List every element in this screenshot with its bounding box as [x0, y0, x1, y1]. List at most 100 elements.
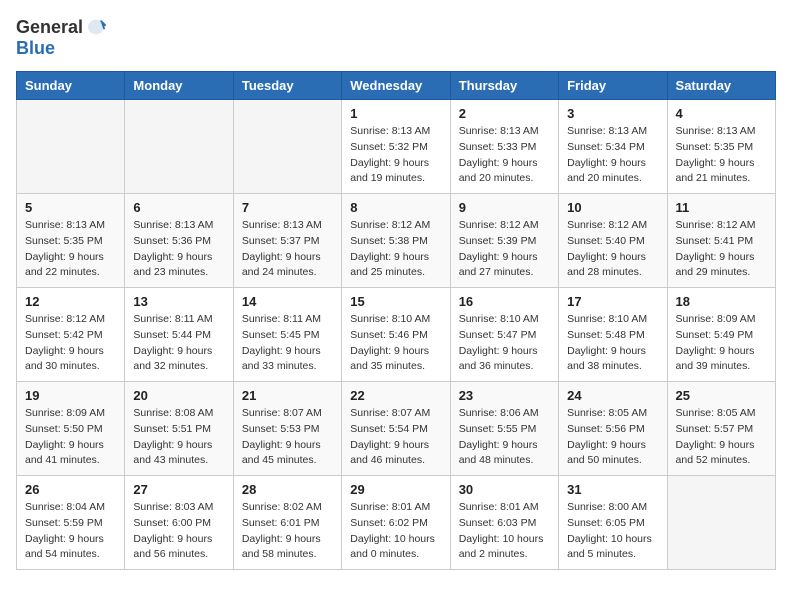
calendar-week-row: 5 Sunrise: 8:13 AMSunset: 5:35 PMDaylight…: [17, 194, 776, 288]
day-of-week-header: Saturday: [667, 72, 775, 100]
logo-general-text: General: [16, 17, 83, 38]
day-number: 29: [350, 482, 441, 497]
day-number: 24: [567, 388, 658, 403]
day-info: Sunrise: 8:03 AMSunset: 6:00 PMDaylight:…: [133, 500, 224, 563]
calendar-day-cell: 19 Sunrise: 8:09 AMSunset: 5:50 PMDayligh…: [17, 382, 125, 476]
calendar-day-cell: 17 Sunrise: 8:10 AMSunset: 5:48 PMDayligh…: [559, 288, 667, 382]
calendar-day-cell: 7 Sunrise: 8:13 AMSunset: 5:37 PMDaylight…: [233, 194, 341, 288]
day-info: Sunrise: 8:00 AMSunset: 6:05 PMDaylight:…: [567, 500, 658, 563]
day-info: Sunrise: 8:02 AMSunset: 6:01 PMDaylight:…: [242, 500, 333, 563]
day-number: 2: [459, 106, 550, 121]
logo-text: General: [16, 16, 109, 38]
day-info: Sunrise: 8:12 AMSunset: 5:41 PMDaylight:…: [676, 218, 767, 281]
calendar-week-row: 26 Sunrise: 8:04 AMSunset: 5:59 PMDayligh…: [17, 476, 776, 570]
day-number: 18: [676, 294, 767, 309]
day-number: 10: [567, 200, 658, 215]
day-info: Sunrise: 8:05 AMSunset: 5:56 PMDaylight:…: [567, 406, 658, 469]
day-number: 26: [25, 482, 116, 497]
day-of-week-header: Friday: [559, 72, 667, 100]
day-info: Sunrise: 8:13 AMSunset: 5:37 PMDaylight:…: [242, 218, 333, 281]
day-of-week-header: Monday: [125, 72, 233, 100]
calendar-day-cell: 6 Sunrise: 8:13 AMSunset: 5:36 PMDaylight…: [125, 194, 233, 288]
calendar-week-row: 1 Sunrise: 8:13 AMSunset: 5:32 PMDaylight…: [17, 100, 776, 194]
day-info: Sunrise: 8:13 AMSunset: 5:35 PMDaylight:…: [25, 218, 116, 281]
calendar-day-cell: 18Sunrise: 8:09 AMSunset: 5:49 PMDayligh…: [667, 288, 775, 382]
day-info: Sunrise: 8:10 AMSunset: 5:48 PMDaylight:…: [567, 312, 658, 375]
day-number: 21: [242, 388, 333, 403]
calendar-day-cell: 1 Sunrise: 8:13 AMSunset: 5:32 PMDaylight…: [342, 100, 450, 194]
day-info: Sunrise: 8:12 AMSunset: 5:40 PMDaylight:…: [567, 218, 658, 281]
day-info: Sunrise: 8:10 AMSunset: 5:46 PMDaylight:…: [350, 312, 441, 375]
day-number: 22: [350, 388, 441, 403]
day-info: Sunrise: 8:05 AMSunset: 5:57 PMDaylight:…: [676, 406, 767, 469]
day-info: Sunrise: 8:13 AMSunset: 5:32 PMDaylight:…: [350, 124, 441, 187]
day-number: 8: [350, 200, 441, 215]
day-info: Sunrise: 8:07 AMSunset: 5:54 PMDaylight:…: [350, 406, 441, 469]
calendar-day-cell: 23 Sunrise: 8:06 AMSunset: 5:55 PMDayligh…: [450, 382, 558, 476]
calendar-week-row: 12 Sunrise: 8:12 AMSunset: 5:42 PMDayligh…: [17, 288, 776, 382]
logo-icon: [85, 16, 107, 38]
calendar-day-cell: 22 Sunrise: 8:07 AMSunset: 5:54 PMDayligh…: [342, 382, 450, 476]
calendar-day-cell: 10 Sunrise: 8:12 AMSunset: 5:40 PMDayligh…: [559, 194, 667, 288]
calendar-day-cell: 2 Sunrise: 8:13 AMSunset: 5:33 PMDaylight…: [450, 100, 558, 194]
day-number: 17: [567, 294, 658, 309]
day-number: 27: [133, 482, 224, 497]
calendar-week-row: 19 Sunrise: 8:09 AMSunset: 5:50 PMDayligh…: [17, 382, 776, 476]
calendar-day-cell: 12 Sunrise: 8:12 AMSunset: 5:42 PMDayligh…: [17, 288, 125, 382]
calendar-day-cell: 13Sunrise: 8:11 AMSunset: 5:44 PMDayligh…: [125, 288, 233, 382]
day-number: 28: [242, 482, 333, 497]
day-number: 1: [350, 106, 441, 121]
calendar-day-cell: [667, 476, 775, 570]
day-info: Sunrise: 8:10 AMSunset: 5:47 PMDaylight:…: [459, 312, 550, 375]
calendar-day-cell: 11 Sunrise: 8:12 AMSunset: 5:41 PMDayligh…: [667, 194, 775, 288]
day-number: 13: [133, 294, 224, 309]
day-info: Sunrise: 8:01 AMSunset: 6:03 PMDaylight:…: [459, 500, 550, 563]
calendar-day-cell: 21 Sunrise: 8:07 AMSunset: 5:53 PMDayligh…: [233, 382, 341, 476]
day-info: Sunrise: 8:07 AMSunset: 5:53 PMDaylight:…: [242, 406, 333, 469]
day-of-week-header: Wednesday: [342, 72, 450, 100]
calendar-day-cell: [17, 100, 125, 194]
calendar-day-cell: 16Sunrise: 8:10 AMSunset: 5:47 PMDayligh…: [450, 288, 558, 382]
day-info: Sunrise: 8:12 AMSunset: 5:38 PMDaylight:…: [350, 218, 441, 281]
page-header: General Blue: [16, 16, 776, 59]
calendar-day-cell: 3Sunrise: 8:13 AMSunset: 5:34 PMDaylight…: [559, 100, 667, 194]
calendar-day-cell: 4 Sunrise: 8:13 AMSunset: 5:35 PMDaylight…: [667, 100, 775, 194]
calendar-day-cell: 27 Sunrise: 8:03 AMSunset: 6:00 PMDayligh…: [125, 476, 233, 570]
calendar-day-cell: 14Sunrise: 8:11 AMSunset: 5:45 PMDayligh…: [233, 288, 341, 382]
day-number: 3: [567, 106, 658, 121]
day-info: Sunrise: 8:12 AMSunset: 5:42 PMDaylight:…: [25, 312, 116, 375]
calendar-day-cell: 29 Sunrise: 8:01 AMSunset: 6:02 PMDayligh…: [342, 476, 450, 570]
calendar-day-cell: 25Sunrise: 8:05 AMSunset: 5:57 PMDayligh…: [667, 382, 775, 476]
day-number: 5: [25, 200, 116, 215]
calendar-day-cell: 5 Sunrise: 8:13 AMSunset: 5:35 PMDaylight…: [17, 194, 125, 288]
day-number: 6: [133, 200, 224, 215]
calendar-day-cell: 31Sunrise: 8:00 AMSunset: 6:05 PMDayligh…: [559, 476, 667, 570]
calendar-day-cell: 26 Sunrise: 8:04 AMSunset: 5:59 PMDayligh…: [17, 476, 125, 570]
day-number: 19: [25, 388, 116, 403]
day-number: 9: [459, 200, 550, 215]
day-of-week-header: Tuesday: [233, 72, 341, 100]
day-info: Sunrise: 8:04 AMSunset: 5:59 PMDaylight:…: [25, 500, 116, 563]
day-number: 15: [350, 294, 441, 309]
calendar-day-cell: 24 Sunrise: 8:05 AMSunset: 5:56 PMDayligh…: [559, 382, 667, 476]
day-number: 7: [242, 200, 333, 215]
day-info: Sunrise: 8:13 AMSunset: 5:35 PMDaylight:…: [676, 124, 767, 187]
day-number: 11: [676, 200, 767, 215]
day-number: 23: [459, 388, 550, 403]
day-number: 12: [25, 294, 116, 309]
day-number: 30: [459, 482, 550, 497]
day-info: Sunrise: 8:08 AMSunset: 5:51 PMDaylight:…: [133, 406, 224, 469]
calendar-table: SundayMondayTuesdayWednesdayThursdayFrid…: [16, 71, 776, 570]
day-info: Sunrise: 8:13 AMSunset: 5:33 PMDaylight:…: [459, 124, 550, 187]
day-info: Sunrise: 8:09 AMSunset: 5:50 PMDaylight:…: [25, 406, 116, 469]
day-info: Sunrise: 8:06 AMSunset: 5:55 PMDaylight:…: [459, 406, 550, 469]
day-number: 4: [676, 106, 767, 121]
day-info: Sunrise: 8:01 AMSunset: 6:02 PMDaylight:…: [350, 500, 441, 563]
calendar-day-cell: 20Sunrise: 8:08 AMSunset: 5:51 PMDayligh…: [125, 382, 233, 476]
day-info: Sunrise: 8:11 AMSunset: 5:45 PMDaylight:…: [242, 312, 333, 375]
calendar-day-cell: [125, 100, 233, 194]
day-info: Sunrise: 8:13 AMSunset: 5:36 PMDaylight:…: [133, 218, 224, 281]
logo: General Blue: [16, 16, 109, 59]
calendar-day-cell: 9Sunrise: 8:12 AMSunset: 5:39 PMDaylight…: [450, 194, 558, 288]
logo-blue-text: Blue: [16, 38, 55, 59]
